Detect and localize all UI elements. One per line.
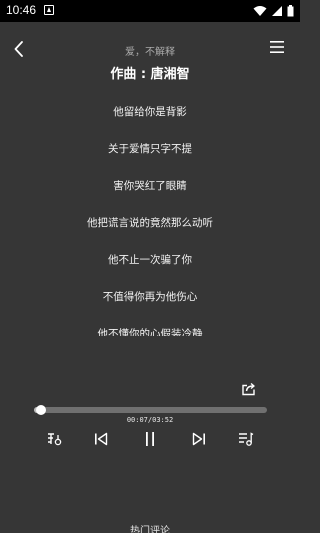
lyric-line: 他留给你是背影: [113, 106, 187, 118]
playlist-button[interactable]: [237, 430, 255, 448]
lyric-line: 他不止一次骗了你: [108, 254, 192, 266]
status-time: 10:46: [6, 3, 37, 17]
share-icon: [242, 382, 255, 396]
wifi-icon: [253, 6, 267, 16]
lyric-line: 不值得你再为他伤心: [102, 291, 198, 303]
progress-bar[interactable]: [34, 405, 267, 415]
hamburger-menu-icon: [270, 41, 284, 53]
next-button[interactable]: [190, 430, 208, 448]
signal-icon: [272, 6, 282, 16]
previous-button[interactable]: [92, 430, 110, 448]
time-readout: 00:07/03:52: [126, 416, 174, 424]
hot-comments-tab[interactable]: 热门评论: [0, 522, 300, 533]
lyric-line: 害你哭红了眼睛: [113, 180, 187, 192]
song-title: 爱，不解释: [125, 47, 175, 58]
player-header: 爱，不解释 作曲 : 唐湘智: [0, 22, 300, 82]
lyrics-panel[interactable]: 他留给你是背影 关于爱情只字不提 害你哭红了眼睛 他把谎言说的竟然那么动听 他不…: [0, 96, 300, 336]
status-bar: 10:46: [0, 0, 300, 22]
play-pause-button[interactable]: [141, 430, 159, 448]
status-icons: [253, 4, 294, 18]
battery-icon: [287, 5, 294, 17]
pause-icon: [146, 432, 154, 446]
share-button[interactable]: [241, 381, 259, 399]
progress-knob[interactable]: [35, 405, 46, 415]
skip-next-icon: [192, 432, 205, 446]
skip-previous-icon: [95, 432, 108, 446]
lyrics-settings-button[interactable]: [45, 430, 63, 448]
playback-controls: [0, 430, 300, 452]
menu-button[interactable]: [270, 39, 288, 57]
lyric-line: 关于爱情只字不提: [108, 143, 192, 155]
playlist-music-icon: [239, 432, 254, 446]
lyrics-edit-icon: [48, 433, 62, 446]
composer-credit: 作曲 : 唐湘智: [110, 67, 190, 82]
lyric-line: 他不懂你的心假装冷静: [97, 328, 203, 336]
lyric-line: 他把谎言说的竟然那么动听: [87, 217, 213, 229]
notification-icon: [44, 5, 54, 15]
